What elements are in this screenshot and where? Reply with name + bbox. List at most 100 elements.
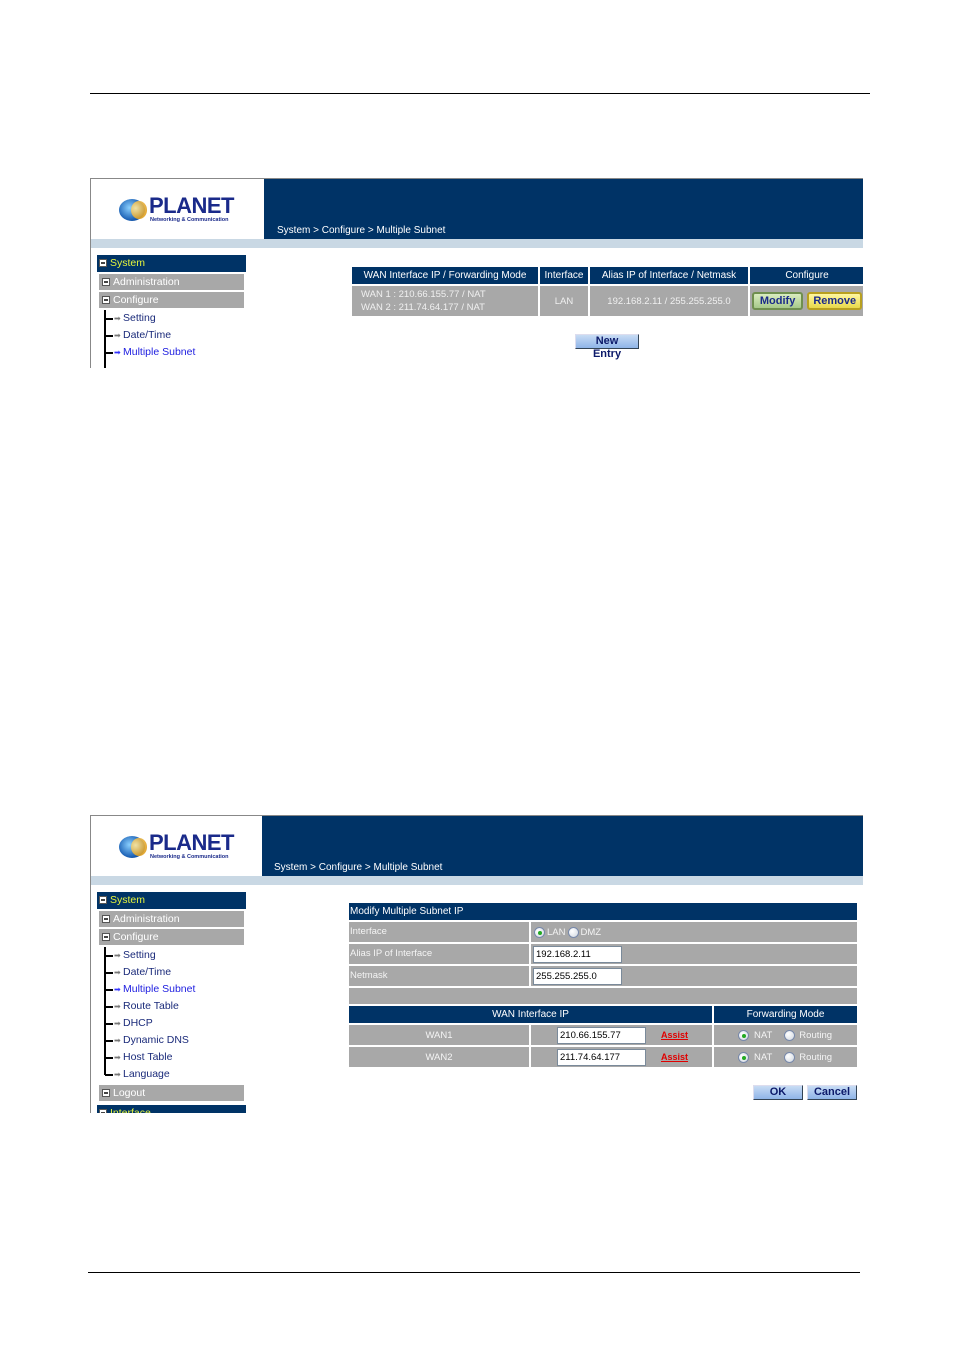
arrow-right-icon: ➡ — [114, 348, 121, 357]
sidebar-item-setting[interactable]: ➡ Setting — [105, 947, 246, 964]
sidebar-head-interface[interactable]: Interface — [97, 1105, 246, 1113]
wan2-ip-cell: 211.74.64.177 Assist — [531, 1047, 714, 1067]
sidebar-section-logout[interactable]: Logout — [99, 1085, 244, 1101]
sidebar-item-date-time[interactable]: ➡ Date/Time — [105, 964, 246, 981]
plus-box-icon — [102, 915, 110, 923]
sidebar-section-configure[interactable]: Configure — [99, 292, 244, 308]
tree-tick — [105, 335, 113, 337]
sidebar-item-multiple-subnet[interactable]: ➡ Multiple Subnet — [105, 344, 246, 361]
brand-name: PLANET — [149, 193, 235, 218]
form-actions: OK Cancel — [349, 1085, 857, 1100]
sidebar-item-multiple-subnet[interactable]: ➡ Multiple Subnet — [105, 981, 246, 998]
sidebar-section-administration[interactable]: Administration — [99, 274, 244, 290]
brand-tagline: Networking & Communication — [150, 854, 229, 860]
forwarding-mode-header: Forwarding Mode — [714, 1006, 857, 1023]
radio-label-nat: NAT — [754, 1051, 773, 1063]
sidebar-head-label: System — [110, 894, 146, 906]
cell-configure: Modify Remove — [750, 284, 863, 316]
logo-area: PLANET Networking & Communication — [91, 816, 262, 876]
netmask-input[interactable]: 255.255.255.0 — [533, 967, 622, 985]
wan-name-label: WAN2 — [425, 1051, 453, 1063]
interface-label: Interface — [349, 922, 531, 942]
sidebar-section-label: Administration — [113, 276, 180, 288]
interface-radio-lan[interactable] — [534, 926, 545, 938]
arrow-right-icon: ➡ — [114, 985, 121, 994]
wan2-radio-nat[interactable] — [738, 1051, 749, 1063]
sidebar-item-dhcp[interactable]: ➡ DHCP — [105, 1015, 246, 1032]
alias-ip-row: Alias IP of Interface 192.168.2.11 — [349, 944, 857, 964]
wan1-row: WAN1 210.66.155.77 Assist NAT Routing — [349, 1025, 857, 1045]
wan2-radio-routing[interactable] — [784, 1051, 796, 1063]
alias-ip-cell: 192.168.2.11 — [531, 944, 857, 964]
col-alias-netmask: Alias IP of Interface / Netmask — [590, 267, 750, 284]
tree-tick — [105, 972, 113, 974]
sidebar-item-label: Multiple Subnet — [123, 346, 196, 358]
wan2-ip-input[interactable]: 211.74.64.177 — [557, 1048, 646, 1066]
sidebar-item-route-table[interactable]: ➡ Route Table — [105, 998, 246, 1015]
wan1-radio-nat[interactable] — [738, 1029, 749, 1041]
modify-button[interactable]: Modify — [751, 292, 804, 310]
netmask-label: Netmask — [349, 966, 531, 986]
sidebar-head-label: System — [110, 257, 146, 269]
radio-label-routing: Routing — [799, 1029, 833, 1041]
tree-tick — [105, 989, 113, 991]
arrow-right-icon: ➡ — [114, 314, 121, 323]
table-header-row: WAN Interface IP / Forwarding Mode Inter… — [352, 267, 863, 284]
sidebar-head-system[interactable]: System — [97, 892, 246, 909]
sidebar-subitems: ➡ Setting ➡ Date/Time ➡ Multiple Subnet — [97, 310, 246, 368]
new-entry-button[interactable]: New Entry — [575, 334, 639, 360]
sidebar: System Administration Configure ➡ Setting… — [97, 892, 246, 1113]
modify-subnet-form: Modify Multiple Subnet IP Interface LAN … — [349, 903, 857, 1100]
tree-tick — [105, 1023, 113, 1025]
arrow-right-icon: ➡ — [114, 951, 121, 960]
sidebar-head-system[interactable]: System — [97, 255, 246, 272]
page-header-rule — [90, 93, 870, 94]
remove-button[interactable]: Remove — [807, 292, 863, 310]
wan2-name: WAN2 — [349, 1047, 531, 1067]
wan1-ip-input[interactable]: 210.66.155.77 — [557, 1026, 646, 1044]
arrow-right-icon: ➡ — [114, 1070, 121, 1079]
table-row: WAN 1 : 210.66.155.77 / NAT WAN 2 : 211.… — [352, 284, 863, 316]
planet-logo: PLANET Networking & Communication — [119, 830, 235, 864]
wan1-assist-link[interactable]: Assist — [661, 1030, 688, 1040]
sidebar-item-host-table[interactable]: ➡ Host Table — [105, 1049, 246, 1066]
sidebar-section-label: Configure — [113, 294, 159, 306]
interface-radio-dmz[interactable] — [568, 926, 580, 938]
wan1-radio-routing[interactable] — [784, 1029, 796, 1041]
cancel-button[interactable]: Cancel — [807, 1085, 857, 1100]
wan2-mode-cell: NAT Routing — [714, 1047, 857, 1067]
alias-ip-label: Alias IP of Interface — [349, 944, 531, 964]
subnet-table: WAN Interface IP / Forwarding Mode Inter… — [352, 267, 863, 316]
alias-ip-input[interactable]: 192.168.2.11 — [533, 945, 622, 963]
ok-button[interactable]: OK — [753, 1085, 803, 1100]
plus-box-icon — [102, 278, 110, 286]
sidebar-section-configure[interactable]: Configure — [99, 929, 244, 945]
cell-interface: LAN — [540, 284, 590, 316]
tree-tick — [105, 955, 113, 957]
sidebar-item-label: Setting — [123, 949, 156, 961]
tree-tick — [105, 1074, 113, 1076]
tree-tick — [105, 1057, 113, 1059]
plus-box-icon — [102, 1089, 110, 1097]
sidebar: System Administration Configure ➡ Setting… — [97, 255, 246, 368]
sidebar-item-date-time[interactable]: ➡ Date/Time — [105, 327, 246, 344]
cell-alias-netmask: 192.168.2.11 / 255.255.255.0 — [590, 284, 750, 316]
radio-label-lan: LAN — [547, 926, 566, 938]
sidebar-section-administration[interactable]: Administration — [99, 911, 244, 927]
wan1-ip-cell: 210.66.155.77 Assist — [531, 1025, 714, 1045]
spacer-row — [349, 988, 857, 1004]
sidebar-subitems: ➡ Setting ➡ Date/Time ➡ Multiple Subnet ➡ Ro… — [97, 947, 246, 1083]
logo-area: PLANET Networking & Communication — [91, 179, 264, 239]
tree-tick — [105, 1040, 113, 1042]
sidebar-item-dynamic-dns[interactable]: ➡ Dynamic DNS — [105, 1032, 246, 1049]
sidebar-item-setting[interactable]: ➡ Setting — [105, 310, 246, 327]
sidebar-item-language[interactable]: ➡ Language — [105, 1066, 246, 1083]
sidebar-item-label: Date/Time — [123, 966, 172, 978]
sidebar-item-label: Language — [123, 1068, 170, 1080]
wan2-assist-link[interactable]: Assist — [661, 1052, 688, 1062]
col-interface: Interface — [540, 267, 590, 284]
sidebar-item-label: Date/Time — [123, 329, 172, 341]
screenshot-modify-multiple-subnet: PLANET Networking & Communication System… — [90, 815, 863, 1113]
brand-name: PLANET — [149, 830, 235, 855]
sidebar-section-label: Logout — [113, 1087, 146, 1099]
